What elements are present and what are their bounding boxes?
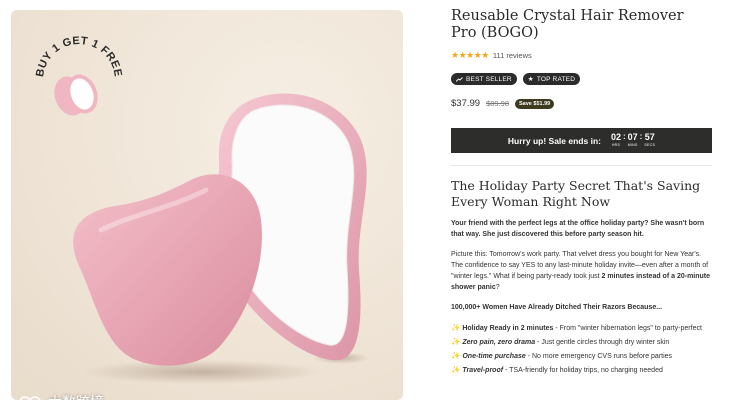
product-info: Reusable Crystal Hair Remover Pro (BOGO)…: [451, 8, 713, 109]
bogo-badge-text: BUY 1 GET 1 FREE: [34, 35, 123, 78]
top-rated-label: TOP RATED: [536, 75, 576, 83]
top-rated-badge: ★ TOP RATED: [522, 73, 581, 85]
product-description: The Holiday Party Secret That's Saving E…: [451, 178, 713, 378]
review-count-link[interactable]: 111 reviews: [493, 51, 532, 60]
hours-label: HRS: [611, 142, 621, 147]
countdown-minutes: 07 MINS: [627, 131, 638, 149]
trend-icon: [456, 76, 463, 82]
price-row: $37.99 $89.98 Save $51.99: [451, 98, 713, 109]
hours-value: 02: [610, 131, 621, 142]
seconds-value: 57: [644, 131, 655, 142]
watermark-text: 大数跨境: [48, 392, 104, 400]
colon-separator: :: [639, 131, 643, 141]
benefit-item: ✨ Holiday Ready in 2 minutes - From "wint…: [451, 322, 713, 334]
crystal-hair-remover-image: [41, 80, 391, 390]
product-image-gallery[interactable]: BUY 1 GET 1 FREE: [11, 10, 403, 400]
rating-stars-icon: ★★★★★: [451, 50, 489, 60]
benefits-list: ✨ Holiday Ready in 2 minutes - From "wint…: [451, 322, 713, 376]
product-tags: BEST SELLER ★ TOP RATED: [451, 73, 713, 85]
benefits-heading: 100,000+ Women Have Already Ditched Thei…: [451, 304, 663, 311]
minutes-label: MINS: [627, 142, 638, 147]
watermark: 大数跨境: [19, 392, 104, 400]
sparkle-icon: ✨: [451, 323, 461, 332]
description-intro: Your friend with the perfect legs at the…: [451, 220, 705, 238]
benefit-title: Holiday Ready in 2 minutes: [462, 325, 554, 332]
savings-badge: Save $51.99: [515, 98, 555, 109]
benefit-text: - From "winter hibernation legs" to part…: [553, 325, 702, 332]
description-paragraph: Picture this: Tomorrow's work party. Tha…: [451, 249, 713, 293]
sale-countdown-bar: Hurry up! Sale ends in: 02 HRS : 07 MINS…: [451, 128, 712, 153]
benefit-text: - Just gentle circles through dry winter…: [535, 339, 670, 346]
benefit-title: Travel-proof: [462, 367, 504, 374]
benefit-item: ✨ One-time purchase - No more emergency C…: [451, 350, 713, 362]
countdown-label: Hurry up! Sale ends in:: [507, 135, 601, 146]
svg-text:BUY 1 GET 1 FREE: BUY 1 GET 1 FREE: [34, 35, 124, 78]
best-seller-label: BEST SELLER: [466, 75, 512, 83]
compare-at-price: $89.98: [486, 99, 510, 108]
sale-price: $37.99: [451, 98, 481, 109]
benefit-text: - TSA-friendly for holiday trips, no cha…: [503, 367, 663, 374]
minutes-value: 07: [627, 131, 638, 142]
description-headline: The Holiday Party Secret That's Saving E…: [451, 178, 701, 209]
rating-summary[interactable]: ★★★★★ 111 reviews: [451, 50, 713, 61]
countdown-hours: 02 HRS: [610, 131, 621, 149]
sparkle-icon: ✨: [451, 351, 461, 360]
sparkle-icon: ✨: [451, 337, 461, 346]
section-divider: [451, 165, 712, 166]
countdown-clock: 02 HRS : 07 MINS : 57 SECS: [610, 131, 656, 149]
seconds-label: SECS: [644, 142, 656, 147]
product-title: Reusable Crystal Hair Remover Pro (BOGO): [451, 8, 684, 41]
sparkle-icon: ✨: [451, 365, 461, 374]
colon-separator: :: [622, 131, 626, 141]
star-icon: ★: [527, 76, 534, 83]
paragraph-end: ?: [495, 284, 500, 291]
benefit-title: One-time purchase: [462, 353, 526, 360]
benefit-text: - No more emergency CVS runs before part…: [525, 353, 673, 360]
best-seller-badge: BEST SELLER: [451, 73, 517, 85]
benefit-item: ✨ Zero pain, zero drama - Just gentle cir…: [451, 336, 713, 348]
benefit-title: Zero pain, zero drama: [462, 339, 536, 346]
benefit-item: ✨ Travel-proof - TSA-friendly for holiday…: [451, 364, 713, 376]
watermark-logo-icon: [19, 396, 41, 400]
countdown-seconds: 57 SECS: [644, 131, 656, 149]
